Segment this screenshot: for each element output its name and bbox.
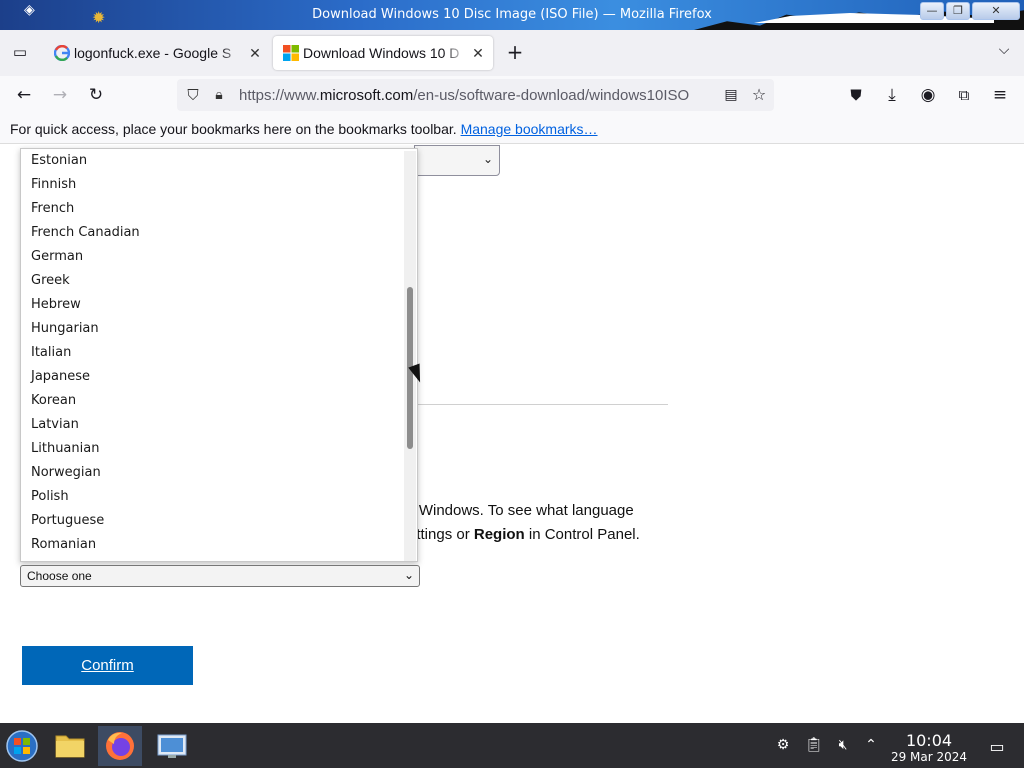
page-content: ⌄ ll Windows. To see what language ettin… <box>0 145 1024 723</box>
firefox-taskbar-button[interactable] <box>98 726 142 766</box>
tab-label-fade <box>220 36 244 70</box>
language-dropdown-list[interactable]: Estonian Finnish French French Canadian … <box>20 148 418 562</box>
instructions-line-1: ll Windows. To see what language <box>408 502 634 519</box>
back-button[interactable]: ← <box>12 83 36 107</box>
language-option[interactable]: French <box>31 197 74 221</box>
firefox-view-icon[interactable]: ▭ <box>8 40 32 64</box>
account-icon[interactable]: ◉ <box>916 83 940 107</box>
divider <box>414 404 668 405</box>
url-domain: microsoft.com <box>319 87 414 104</box>
bookmark-star-icon[interactable]: ☆ <box>747 83 771 107</box>
url-prefix: https://www. <box>239 87 320 104</box>
start-button[interactable] <box>0 726 44 766</box>
updates-tray-icon[interactable]: ⚙ <box>774 737 792 755</box>
extensions-icon[interactable]: ⧉ <box>952 83 976 107</box>
manage-bookmarks-link[interactable]: Manage bookmarks… <box>461 121 598 137</box>
chevron-up-icon[interactable]: ⌃ <box>862 737 880 755</box>
monitor-settings-icon <box>157 734 187 758</box>
reader-view-icon[interactable]: ▤ <box>719 83 743 107</box>
start-orb-icon <box>6 730 38 762</box>
clock-date: 29 Mar 2024 <box>890 750 968 764</box>
maximize-button[interactable]: ❐ <box>946 2 970 20</box>
lock-icon[interactable]: 🔒︎ <box>207 83 231 107</box>
language-option[interactable]: Italian <box>31 341 71 365</box>
clipboard-tray-icon[interactable]: 📋︎ <box>805 737 823 755</box>
tab-label: Download Windows 10 D <box>303 45 460 61</box>
language-option[interactable]: Romanian <box>31 533 96 557</box>
window-title-bar[interactable]: ◈ ✹ Download Windows 10 Disc Image (ISO … <box>0 0 1024 30</box>
tab-label: logonfuck.exe - Google S <box>74 45 232 61</box>
confirm-button[interactable]: Confirm <box>22 646 193 685</box>
taskbar: ⚙ 📋︎ 🔇︎ ⌃ 10:04 29 Mar 2024 ▭ <box>0 723 1024 768</box>
close-window-button[interactable]: ✕ <box>972 2 1020 20</box>
region-emphasis: Region <box>473 526 525 543</box>
language-option[interactable]: Portuguese <box>31 509 104 533</box>
language-option[interactable]: Estonian <box>31 149 87 173</box>
menu-icon[interactable]: ≡ <box>988 83 1012 107</box>
downloads-icon[interactable]: ⤓ <box>880 83 904 107</box>
language-option[interactable]: Norwegian <box>31 461 101 485</box>
language-instructions: ll Windows. To see what language ettings… <box>408 499 678 547</box>
clock-time: 10:04 <box>905 731 953 750</box>
url-text[interactable]: https://www.microsoft.com/en-us/software… <box>239 87 689 104</box>
new-tab-button[interactable]: + <box>503 40 527 64</box>
language-option[interactable]: Hebrew <box>31 293 81 317</box>
list-all-tabs-button[interactable]: ⌵ <box>992 38 1016 62</box>
taskbar-clock[interactable]: 10:04 29 Mar 2024 <box>880 731 978 764</box>
minimize-button[interactable]: — <box>920 2 944 20</box>
close-tab-button[interactable]: ✕ <box>246 36 264 70</box>
file-manager-taskbar-button[interactable] <box>48 726 92 766</box>
close-tab-button[interactable]: ✕ <box>469 36 487 70</box>
tracking-protection-shield-icon[interactable]: ⛉ <box>181 83 205 107</box>
language-option[interactable]: Lithuanian <box>31 437 99 461</box>
forward-button[interactable]: → <box>48 83 72 107</box>
instructions-line-2: ettings or Region in Control Panel. <box>408 523 678 547</box>
volume-muted-icon[interactable]: 🔇︎ <box>834 737 852 755</box>
language-option[interactable]: Latvian <box>31 413 79 437</box>
language-option[interactable]: Greek <box>31 269 70 293</box>
language-option[interactable]: Hungarian <box>31 317 99 341</box>
tab-strip: ▭ logonfuck.exe - Google S ✕ Download Wi… <box>0 30 1024 76</box>
url-path: /en-us/software-download/windows10ISO <box>413 87 690 104</box>
language-select[interactable]: Choose one ⌄ <box>20 565 420 587</box>
language-option[interactable]: French Canadian <box>31 221 140 245</box>
folder-icon <box>55 735 85 758</box>
bookmarks-message: For quick access, place your bookmarks h… <box>10 121 598 137</box>
chevron-down-icon: ⌄ <box>482 152 493 166</box>
bookmarks-toolbar: For quick access, place your bookmarks h… <box>0 114 1024 144</box>
show-desktop-icon[interactable]: ▭ <box>988 737 1006 756</box>
url-bar[interactable]: ⛉ 🔒︎ https://www.microsoft.com/en-us/sof… <box>177 79 774 111</box>
windows-logo-icon <box>283 45 299 61</box>
language-option[interactable]: German <box>31 245 83 269</box>
pocket-icon[interactable]: ⛊ <box>844 83 868 107</box>
system-settings-taskbar-button[interactable] <box>150 726 194 766</box>
language-option[interactable]: Polish <box>31 485 69 509</box>
google-g-icon <box>54 45 70 61</box>
language-option[interactable]: Japanese <box>31 365 90 389</box>
bookmarks-hint-text: For quick access, place your bookmarks h… <box>10 121 457 137</box>
tab-label-fade <box>443 36 467 70</box>
language-option[interactable]: Finnish <box>31 173 76 197</box>
navigation-toolbar: ← → ↻ ⛉ 🔒︎ https://www.microsoft.com/en-… <box>0 76 1024 114</box>
reload-button[interactable]: ↻ <box>84 83 108 107</box>
chevron-down-icon: ⌄ <box>403 568 414 582</box>
instructions-text: in Control Panel. <box>524 526 640 543</box>
tab-download-windows[interactable]: Download Windows 10 D ✕ <box>273 36 493 70</box>
tab-google-search[interactable]: logonfuck.exe - Google S ✕ <box>44 36 270 70</box>
window-title: Download Windows 10 Disc Image (ISO File… <box>312 7 712 22</box>
firefox-icon <box>106 732 134 760</box>
language-select-value: Choose one <box>27 569 92 583</box>
edition-select[interactable]: ⌄ <box>414 145 500 176</box>
language-option[interactable]: Korean <box>31 389 76 413</box>
